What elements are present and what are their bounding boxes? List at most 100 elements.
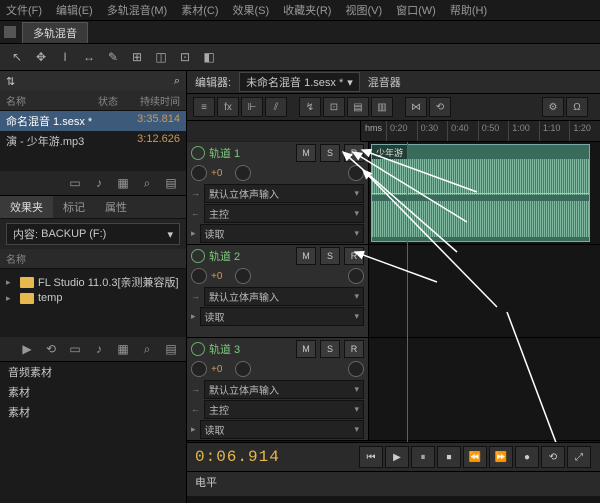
- tab-markers[interactable]: 标记: [53, 196, 95, 218]
- content-dropdown[interactable]: 内容: BACKUP (F:) ▾: [6, 223, 180, 245]
- col-status[interactable]: 状态: [91, 93, 125, 108]
- search-icon[interactable]: ⌕: [174, 75, 180, 88]
- tree-col-name[interactable]: 名称: [6, 251, 180, 266]
- menu-edit[interactable]: 编辑(E): [56, 2, 93, 18]
- list-item[interactable]: 素材: [0, 402, 186, 422]
- track-name[interactable]: 轨道 1: [209, 145, 292, 161]
- list-item[interactable]: 音频素材: [0, 362, 186, 382]
- stop-button[interactable]: ⏹: [437, 446, 461, 468]
- tb-sends-icon[interactable]: ⊩: [241, 97, 263, 117]
- tree-item[interactable]: FL Studio 11.0.3[亲测兼容版]: [6, 273, 180, 291]
- import-icon[interactable]: ▭: [66, 341, 84, 357]
- input-dropdown[interactable]: 默认立体声输入▾: [204, 287, 364, 306]
- menu-multitrack[interactable]: 多轨混音(M): [107, 2, 168, 18]
- menu-effects[interactable]: 效果(S): [233, 2, 270, 18]
- time-ruler[interactable]: hms 0:20 0:30 0:40 0:50 1:00 1:10 1:20: [361, 121, 600, 142]
- extra-knob[interactable]: [348, 165, 364, 181]
- input-dropdown[interactable]: 默认立体声输入▾: [204, 184, 364, 203]
- search3-icon[interactable]: ⌕: [138, 341, 156, 357]
- tb-snap-icon[interactable]: ⋈: [405, 97, 427, 117]
- markers-icon[interactable]: ▦: [114, 175, 132, 191]
- record-button[interactable]: R: [344, 340, 364, 358]
- workspace-tab-multitrack[interactable]: 多轨混音: [22, 22, 88, 43]
- levels-panel-tab[interactable]: 电平: [187, 471, 600, 496]
- mute-button[interactable]: M: [296, 144, 316, 162]
- mute-button[interactable]: M: [296, 340, 316, 358]
- loop-icon[interactable]: ⟲: [42, 341, 60, 357]
- extra-knob[interactable]: [348, 361, 364, 377]
- menu-help[interactable]: 帮助(H): [450, 2, 487, 18]
- col-name[interactable]: 名称: [6, 93, 91, 108]
- tool-panelb-icon[interactable]: ⊡: [176, 48, 194, 66]
- tb-settings-icon[interactable]: ⚙: [542, 97, 564, 117]
- track-lane[interactable]: 少年游: [369, 142, 600, 244]
- skip-button[interactable]: ⤢: [567, 446, 591, 468]
- audio-icon[interactable]: ♪: [90, 175, 108, 191]
- tool-select-icon[interactable]: ↖: [8, 48, 26, 66]
- audio-clip[interactable]: 少年游: [371, 144, 590, 242]
- power-icon[interactable]: [191, 146, 205, 160]
- menu-view[interactable]: 视图(V): [345, 2, 382, 18]
- tb-eq-icon[interactable]: ⫽: [265, 97, 287, 117]
- tb-headphone-icon[interactable]: Ω: [566, 97, 588, 117]
- trash-icon[interactable]: ▤: [162, 175, 180, 191]
- tb-menu-icon[interactable]: ≡: [193, 97, 215, 117]
- volume-envelope[interactable]: [372, 193, 589, 194]
- record-button[interactable]: R: [344, 144, 364, 162]
- search2-icon[interactable]: ⌕: [138, 175, 156, 191]
- forward-button[interactable]: ⏩: [489, 446, 513, 468]
- tab-properties[interactable]: 属性: [95, 196, 137, 218]
- track-lane[interactable]: [369, 338, 600, 440]
- tb-d-icon[interactable]: ▥: [371, 97, 393, 117]
- volume-value[interactable]: +0: [211, 271, 231, 282]
- pan-knob[interactable]: [235, 268, 251, 284]
- play-preview-icon[interactable]: ▶: [18, 341, 36, 357]
- menu-favorites[interactable]: 收藏夹(R): [283, 2, 331, 18]
- solo-button[interactable]: S: [320, 247, 340, 265]
- track-name[interactable]: 轨道 3: [209, 341, 292, 357]
- tab-effects-rack[interactable]: 效果夹: [0, 196, 53, 218]
- power-icon[interactable]: [191, 342, 205, 356]
- tool-razor-icon[interactable]: I: [56, 48, 74, 66]
- pause-button[interactable]: ⏸: [411, 446, 435, 468]
- input-dropdown[interactable]: 默认立体声输入▾: [204, 380, 364, 399]
- timecode-display[interactable]: 0:06.914: [195, 448, 280, 466]
- tb-fx-icon[interactable]: fx: [217, 97, 239, 117]
- tool-panelc-icon[interactable]: ◧: [200, 48, 218, 66]
- automation-dropdown[interactable]: 读取▾: [200, 307, 364, 326]
- solo-button[interactable]: S: [320, 144, 340, 162]
- loop-button[interactable]: ⟲: [541, 446, 565, 468]
- markers2-icon[interactable]: ▦: [114, 341, 132, 357]
- menu-file[interactable]: 文件(F): [6, 2, 42, 18]
- track-name[interactable]: 轨道 2: [209, 248, 292, 264]
- extra-knob[interactable]: [348, 268, 364, 284]
- menu-clip[interactable]: 素材(C): [181, 2, 218, 18]
- volume-value[interactable]: +0: [211, 364, 231, 375]
- power-icon[interactable]: [191, 249, 205, 263]
- automation-dropdown[interactable]: 读取▾: [200, 224, 364, 243]
- playhead[interactable]: [407, 142, 408, 442]
- volume-knob[interactable]: [191, 268, 207, 284]
- rewind-button[interactable]: ⏪: [463, 446, 487, 468]
- track-lane[interactable]: [369, 245, 600, 337]
- tool-grid-icon[interactable]: ⊞: [128, 48, 146, 66]
- record-button[interactable]: R: [344, 247, 364, 265]
- mixer-tab[interactable]: 混音器: [368, 74, 401, 90]
- menu-window[interactable]: 窗口(W): [396, 2, 436, 18]
- tool-panela-icon[interactable]: ◫: [152, 48, 170, 66]
- output-dropdown[interactable]: 主控▾: [204, 400, 364, 419]
- sort-icon[interactable]: ⇅: [6, 75, 15, 88]
- output-dropdown[interactable]: 主控▾: [204, 204, 364, 223]
- automation-dropdown[interactable]: 读取▾: [200, 420, 364, 439]
- session-dropdown[interactable]: 未命名混音 1.sesx * ▾: [239, 72, 360, 92]
- tool-slip-icon[interactable]: ↔: [80, 48, 98, 66]
- volume-knob[interactable]: [191, 361, 207, 377]
- tree-item[interactable]: temp: [6, 291, 180, 305]
- tb-c-icon[interactable]: ▤: [347, 97, 369, 117]
- trash2-icon[interactable]: ▤: [162, 341, 180, 357]
- tb-loop-icon[interactable]: ⟲: [429, 97, 451, 117]
- pan-knob[interactable]: [235, 165, 251, 181]
- new-file-icon[interactable]: ▭: [66, 175, 84, 191]
- tb-b-icon[interactable]: ⊡: [323, 97, 345, 117]
- volume-knob[interactable]: [191, 165, 207, 181]
